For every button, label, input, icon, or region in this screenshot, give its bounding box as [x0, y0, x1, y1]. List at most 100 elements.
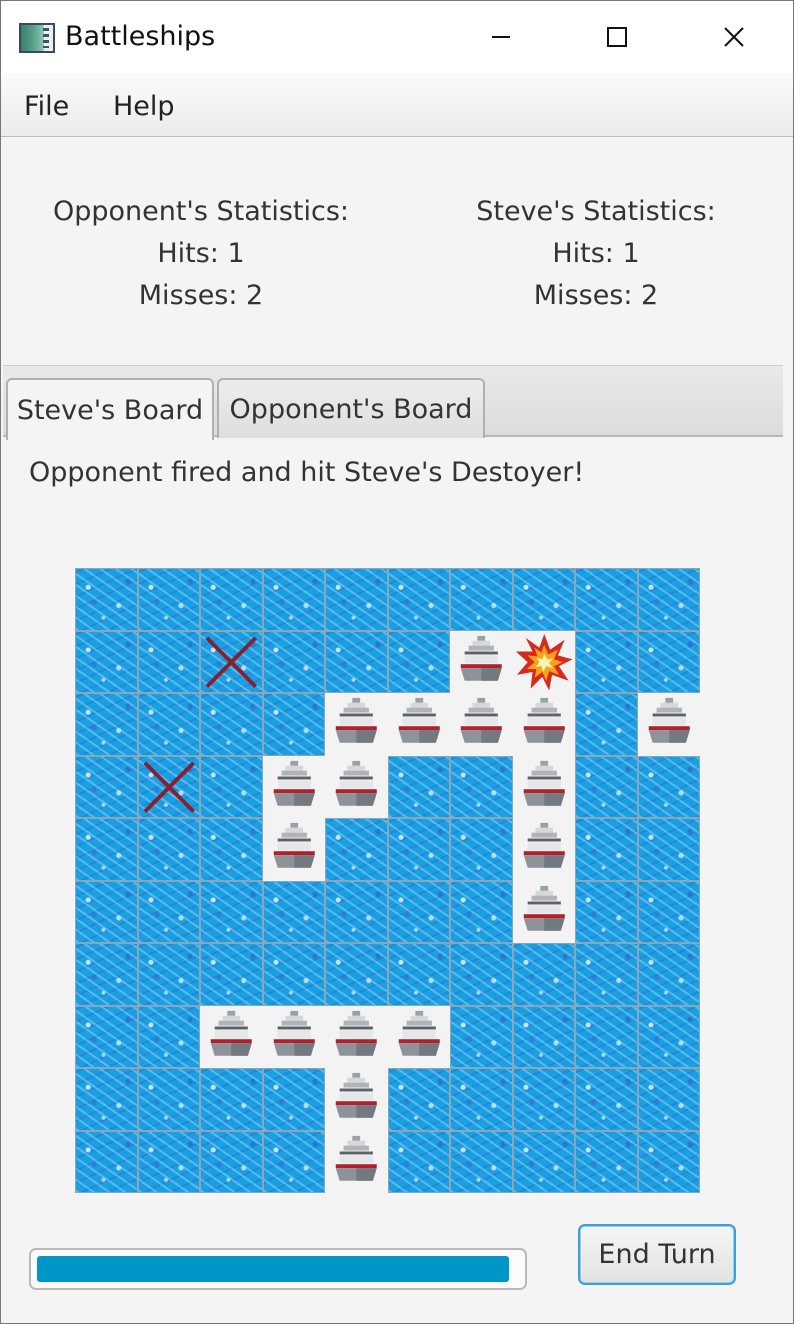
board-cell-water[interactable]	[450, 943, 513, 1006]
board-cell-water[interactable]	[512, 1130, 575, 1193]
board-cell-water[interactable]	[450, 818, 513, 881]
board-cell-water[interactable]	[450, 880, 513, 943]
board-cell-water[interactable]	[450, 1005, 513, 1068]
board-cell-water[interactable]	[637, 943, 700, 1006]
board-cell-ship[interactable]	[325, 693, 388, 756]
minimize-button[interactable]	[471, 15, 531, 59]
board-cell-water[interactable]	[512, 943, 575, 1006]
board-cell-water[interactable]	[325, 818, 388, 881]
board-cell-water[interactable]	[637, 630, 700, 693]
board-cell-water[interactable]	[575, 818, 638, 881]
board-cell-water[interactable]	[512, 1068, 575, 1131]
board-cell-water[interactable]	[200, 880, 263, 943]
board-cell-water[interactable]	[575, 1005, 638, 1068]
board-cell-water[interactable]	[137, 1130, 200, 1193]
board-cell-water[interactable]	[262, 568, 325, 631]
board-cell-water[interactable]	[75, 1005, 138, 1068]
board-cell-ship[interactable]	[262, 755, 325, 818]
board-cell-water[interactable]	[387, 568, 450, 631]
board-cell-water[interactable]	[387, 818, 450, 881]
board-cell-water[interactable]	[325, 568, 388, 631]
board-cell-water[interactable]	[575, 568, 638, 631]
board-cell-water[interactable]	[450, 1068, 513, 1131]
board-cell-water[interactable]	[262, 1068, 325, 1131]
board-cell-ship[interactable]	[512, 693, 575, 756]
board-cell-water[interactable]	[575, 1130, 638, 1193]
board-cell-ship[interactable]	[262, 818, 325, 881]
board-cell-ship[interactable]	[387, 693, 450, 756]
board-cell-water[interactable]	[200, 818, 263, 881]
board-cell-water[interactable]	[387, 1130, 450, 1193]
board-cell-hit[interactable]	[512, 630, 575, 693]
board-cell-water[interactable]	[325, 630, 388, 693]
board-cell-water[interactable]	[575, 755, 638, 818]
board-cell-water[interactable]	[575, 943, 638, 1006]
board-cell-water[interactable]	[75, 1068, 138, 1131]
board-cell-water[interactable]	[637, 1005, 700, 1068]
board-cell-water[interactable]	[200, 1068, 263, 1131]
board-cell-water[interactable]	[450, 1130, 513, 1193]
board-cell-water[interactable]	[450, 568, 513, 631]
tab-steves-board[interactable]: Steve's Board	[6, 378, 214, 440]
title-bar[interactable]: Battleships	[1, 1, 793, 73]
board-cell-water[interactable]	[75, 943, 138, 1006]
board-cell-ship[interactable]	[325, 1005, 388, 1068]
board-cell-water[interactable]	[575, 693, 638, 756]
board-cell-water[interactable]	[137, 943, 200, 1006]
board-cell-water[interactable]	[262, 943, 325, 1006]
board-cell-ship[interactable]	[262, 1005, 325, 1068]
board-cell-ship[interactable]	[450, 630, 513, 693]
close-button[interactable]	[704, 15, 764, 59]
board-cell-water[interactable]	[137, 630, 200, 693]
board-cell-water[interactable]	[200, 568, 263, 631]
board-cell-water[interactable]	[637, 568, 700, 631]
board-cell-ship[interactable]	[200, 1005, 263, 1068]
board-cell-water[interactable]	[200, 693, 263, 756]
board-cell-ship[interactable]	[325, 1068, 388, 1131]
board-cell-miss[interactable]	[137, 755, 200, 818]
board-cell-ship[interactable]	[512, 818, 575, 881]
board-cell-water[interactable]	[512, 568, 575, 631]
board-cell-water[interactable]	[75, 1130, 138, 1193]
board-cell-water[interactable]	[387, 880, 450, 943]
board-cell-water[interactable]	[262, 630, 325, 693]
maximize-button[interactable]	[587, 15, 647, 59]
board-cell-ship[interactable]	[450, 693, 513, 756]
board-cell-water[interactable]	[575, 880, 638, 943]
menu-file[interactable]: File	[24, 91, 69, 122]
board-cell-water[interactable]	[637, 755, 700, 818]
board-cell-water[interactable]	[262, 880, 325, 943]
board-cell-miss[interactable]	[200, 630, 263, 693]
board-cell-water[interactable]	[137, 880, 200, 943]
board-cell-water[interactable]	[262, 693, 325, 756]
board-cell-water[interactable]	[200, 755, 263, 818]
board-cell-water[interactable]	[75, 880, 138, 943]
board-cell-water[interactable]	[387, 1068, 450, 1131]
board-cell-ship[interactable]	[512, 755, 575, 818]
board-cell-water[interactable]	[575, 630, 638, 693]
board-cell-water[interactable]	[75, 693, 138, 756]
board-cell-water[interactable]	[575, 1068, 638, 1131]
board-cell-ship[interactable]	[325, 1130, 388, 1193]
board-cell-water[interactable]	[75, 630, 138, 693]
board-cell-water[interactable]	[137, 1005, 200, 1068]
board-cell-water[interactable]	[137, 1068, 200, 1131]
board-cell-water[interactable]	[137, 693, 200, 756]
board-cell-ship[interactable]	[637, 693, 700, 756]
board-cell-water[interactable]	[450, 755, 513, 818]
board-cell-water[interactable]	[637, 1130, 700, 1193]
board-cell-water[interactable]	[387, 755, 450, 818]
board-cell-water[interactable]	[512, 1005, 575, 1068]
board-cell-water[interactable]	[75, 818, 138, 881]
board-cell-water[interactable]	[637, 818, 700, 881]
end-turn-button[interactable]: End Turn	[578, 1224, 736, 1285]
board-cell-ship[interactable]	[387, 1005, 450, 1068]
board-cell-water[interactable]	[137, 568, 200, 631]
board-cell-water[interactable]	[637, 1068, 700, 1131]
board-cell-water[interactable]	[262, 1130, 325, 1193]
board-cell-ship[interactable]	[325, 755, 388, 818]
board-cell-water[interactable]	[75, 568, 138, 631]
menu-help[interactable]: Help	[113, 91, 175, 122]
board-cell-ship[interactable]	[512, 880, 575, 943]
board-cell-water[interactable]	[200, 943, 263, 1006]
